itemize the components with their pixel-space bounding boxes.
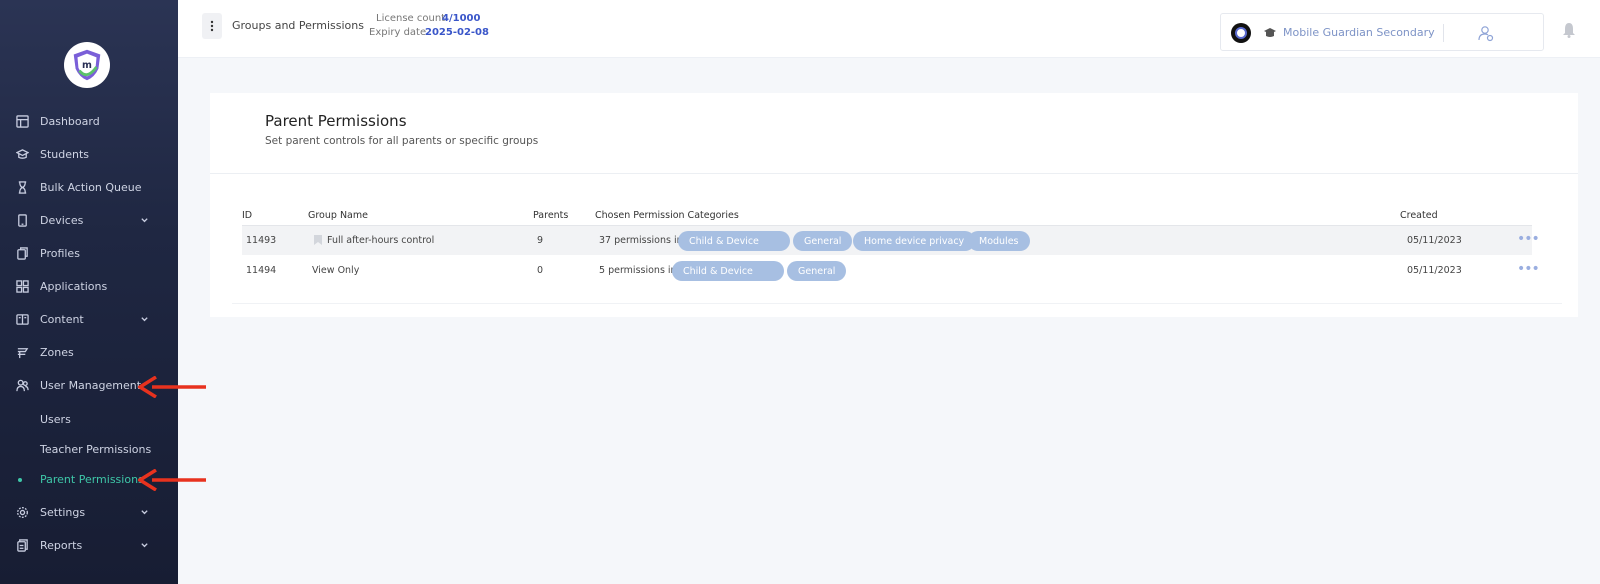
row-created: 05/11/2023 xyxy=(1407,265,1462,276)
sidebar-item-bulk-action-queue[interactable]: Bulk Action Queue xyxy=(0,175,178,199)
bell-icon[interactable] xyxy=(1562,22,1576,38)
profile-icon xyxy=(15,246,29,260)
annotation-arrow-icon xyxy=(138,376,206,398)
school-name: Mobile Guardian Secondary xyxy=(1283,26,1435,39)
sidebar-subitem-users[interactable]: Users xyxy=(40,413,71,426)
category-pill: Home device privacy xyxy=(853,231,976,251)
content-icon xyxy=(15,312,29,326)
school-logo xyxy=(1231,23,1251,43)
divider xyxy=(210,173,1578,174)
table-row[interactable]: 11493 Full after-hours control 9 37 perm… xyxy=(242,225,1540,255)
column-header-group-name[interactable]: Group Name xyxy=(308,210,368,221)
sidebar-item-label: Bulk Action Queue xyxy=(40,180,142,194)
column-header-parents[interactable]: Parents xyxy=(533,210,568,221)
chevron-down-icon[interactable] xyxy=(140,215,150,225)
sidebar-item-devices[interactable]: Devices xyxy=(0,208,178,232)
sidebar-item-label: User Management xyxy=(40,378,142,392)
divider xyxy=(232,303,1562,304)
row-id: 11494 xyxy=(246,265,277,276)
sidebar-subitem-teacher-permissions[interactable]: Teacher Permissions xyxy=(40,443,151,456)
bookmark-icon xyxy=(314,235,322,245)
zone-icon xyxy=(15,345,29,359)
user-settings-icon[interactable] xyxy=(1477,24,1495,42)
grid-icon xyxy=(15,279,29,293)
row-actions-icon[interactable]: ••• xyxy=(1517,262,1540,276)
top-bar: Groups and Permissions License count 4/1… xyxy=(178,0,1600,58)
page-title: Groups and Permissions xyxy=(232,19,364,32)
card-subtitle: Set parent controls for all parents or s… xyxy=(265,135,539,147)
chevron-down-icon[interactable] xyxy=(140,314,150,324)
sidebar-item-label: Settings xyxy=(40,505,86,519)
sidebar-item-label: Zones xyxy=(40,345,74,359)
sidebar-item-label: Reports xyxy=(40,538,83,552)
school-selector[interactable]: Mobile Guardian Secondary xyxy=(1220,13,1544,51)
vertical-dots-icon xyxy=(210,20,214,32)
sidebar-item-label: Students xyxy=(40,147,90,161)
annotation-arrow-icon xyxy=(138,469,206,491)
row-group-name[interactable]: View Only xyxy=(312,265,359,276)
graduation-cap-icon xyxy=(1264,28,1276,37)
category-pill: Child & Device xyxy=(672,261,784,281)
sidebar-item-label: Devices xyxy=(40,213,84,227)
sidebar-item-zones[interactable]: Zones xyxy=(0,340,178,364)
sidebar-item-label: Profiles xyxy=(40,246,80,260)
sidebar-item-profiles[interactable]: Profiles xyxy=(0,241,178,265)
sidebar: m Dashboard Students Bulk Action Queue D… xyxy=(0,0,178,584)
card-title: Parent Permissions xyxy=(265,112,407,130)
more-menu-button[interactable] xyxy=(202,13,222,39)
row-parents: 0 xyxy=(537,265,544,276)
row-id: 11493 xyxy=(246,235,277,246)
hourglass-icon xyxy=(15,180,29,194)
row-actions-icon[interactable]: ••• xyxy=(1517,232,1540,246)
sidebar-subitem-parent-permissions[interactable]: Parent Permissions xyxy=(40,473,144,486)
category-pill: Child & Device xyxy=(678,231,790,251)
svg-text:m: m xyxy=(82,60,92,71)
layout-icon xyxy=(15,114,29,128)
student-icon xyxy=(15,147,29,161)
row-group-name[interactable]: Full after-hours control xyxy=(327,235,434,246)
sidebar-item-label: Content xyxy=(40,312,84,326)
sidebar-item-label: Dashboard xyxy=(40,114,100,128)
expiry-date-value: 2025-02-08 xyxy=(425,27,489,38)
column-header-id[interactable]: ID xyxy=(242,210,252,221)
parent-permissions-card: Parent Permissions Set parent controls f… xyxy=(210,93,1578,317)
license-count-value: 4/1000 xyxy=(442,13,481,24)
chevron-down-icon[interactable] xyxy=(140,507,150,517)
expiry-date-label: Expiry date xyxy=(369,27,427,38)
row-permission-text: 5 permissions in xyxy=(599,265,677,276)
column-header-permission-categories[interactable]: Chosen Permission Categories xyxy=(595,210,739,221)
category-pill: General xyxy=(793,231,853,251)
divider xyxy=(1443,24,1444,42)
app-logo[interactable]: m xyxy=(64,42,110,88)
sidebar-item-content[interactable]: Content xyxy=(0,307,178,331)
row-parents: 9 xyxy=(537,235,544,246)
users-icon xyxy=(15,378,29,392)
report-icon xyxy=(15,538,29,552)
sidebar-item-settings[interactable]: Settings xyxy=(0,500,178,524)
gear-icon xyxy=(15,505,29,519)
mobile-guardian-logo-icon: m xyxy=(73,49,101,81)
row-permission-text: 37 permissions in xyxy=(599,235,683,246)
sidebar-item-dashboard[interactable]: Dashboard xyxy=(0,109,178,133)
category-pill: General xyxy=(787,261,847,281)
chevron-down-icon[interactable] xyxy=(140,540,150,550)
table-row[interactable]: 11494 View Only 0 5 permissions in Child… xyxy=(242,256,1540,286)
column-header-created[interactable]: Created xyxy=(1400,210,1438,221)
row-created: 05/11/2023 xyxy=(1407,235,1462,246)
sidebar-item-reports[interactable]: Reports xyxy=(0,533,178,557)
sidebar-item-applications[interactable]: Applications xyxy=(0,274,178,298)
category-pill: Modules xyxy=(968,231,1030,251)
sidebar-item-students[interactable]: Students xyxy=(0,142,178,166)
license-count-label: License count xyxy=(376,13,446,24)
active-indicator-dot xyxy=(18,478,22,482)
sidebar-item-label: Applications xyxy=(40,279,108,293)
device-icon xyxy=(15,213,29,227)
